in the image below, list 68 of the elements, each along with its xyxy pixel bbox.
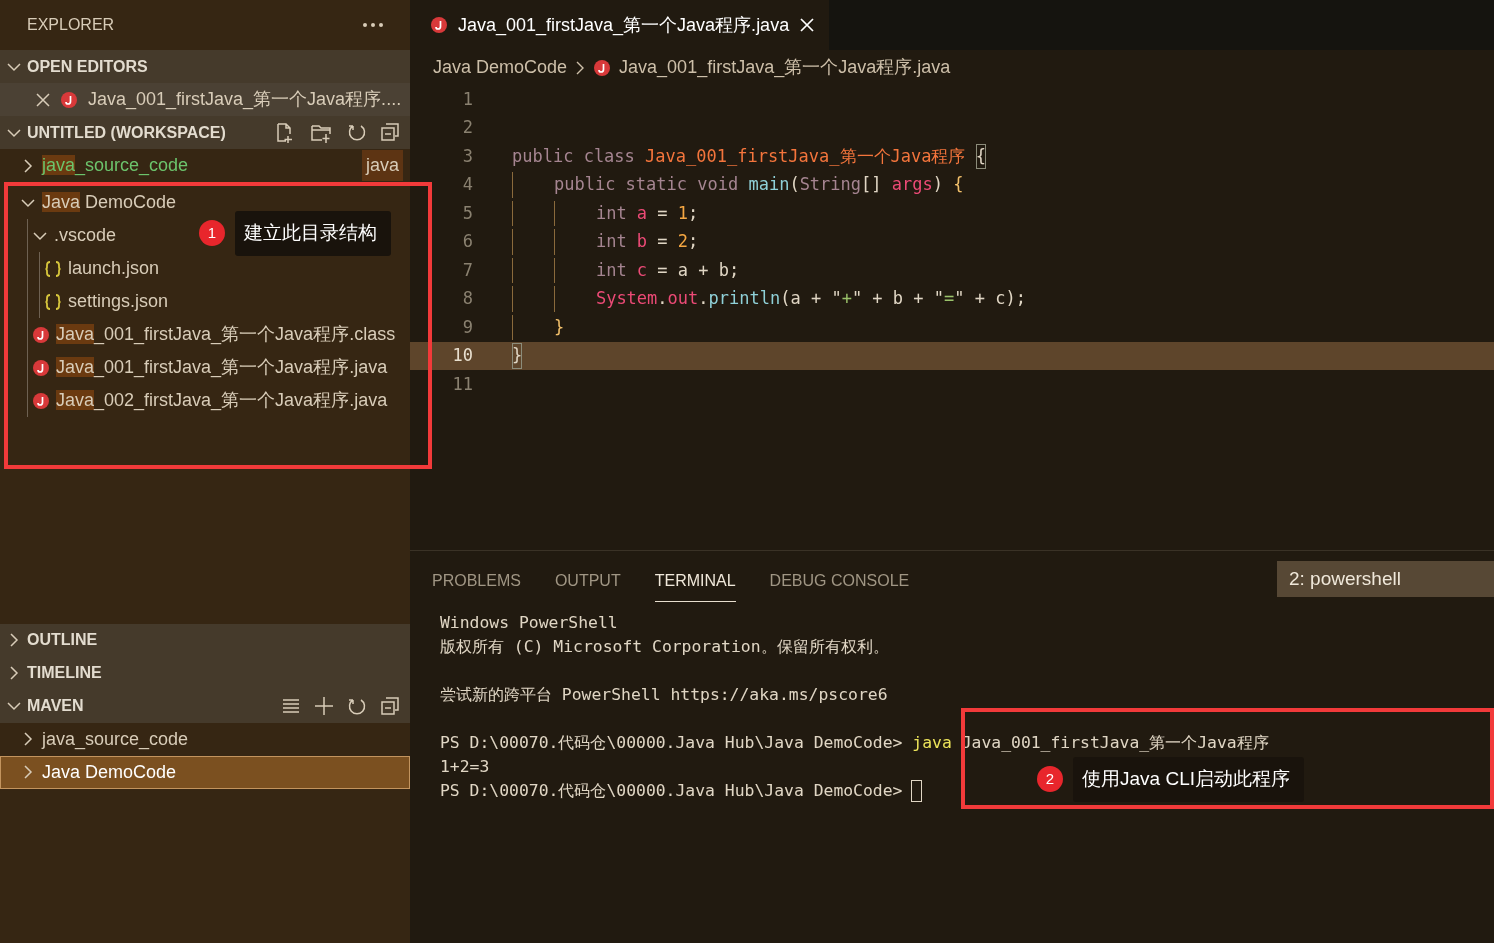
callout-tooltip: 使用Java CLI启动此程序 <box>1073 757 1304 802</box>
code-line: int c = a + b; <box>512 257 740 283</box>
tree-item[interactable]: Java_001_firstJava_第一个Java程序.class <box>8 318 428 351</box>
line-number: 8 <box>461 287 473 310</box>
line-number: 6 <box>461 230 473 253</box>
terminal-line: 1+2=3 <box>440 755 490 778</box>
line-number: 11 <box>451 372 473 396</box>
tree-item[interactable]: Java_001_firstJava_第一个Java程序.java <box>8 351 428 384</box>
line-number: 2 <box>461 116 473 139</box>
braces-icon <box>44 292 62 311</box>
code-line: System.out.println(a + "+" + b + "=" + c); <box>512 286 1026 312</box>
refresh-icon[interactable] <box>347 696 367 716</box>
panel-tab[interactable]: PROBLEMS <box>432 560 521 602</box>
tree-item[interactable]: java_source_code <box>0 722 410 756</box>
panel-tab[interactable]: DEBUG CONSOLE <box>769 560 910 602</box>
close-icon[interactable] <box>799 17 816 33</box>
line-number: 5 <box>461 201 473 225</box>
java-file-icon <box>32 325 50 344</box>
code-line: } <box>512 314 565 340</box>
section-header[interactable]: OUTLINE <box>0 623 410 657</box>
add-icon[interactable] <box>314 696 334 716</box>
terminal-picker[interactable]: 2: powershell <box>1277 561 1494 597</box>
terminal-line: PS D:\00070.代码仓\00000.Java Hub\Java DemoCode> <box>440 779 903 802</box>
java-file-icon <box>32 391 50 410</box>
close-icon[interactable] <box>36 92 50 107</box>
java-file-icon <box>593 58 612 77</box>
explorer-title: EXPLORER <box>27 15 115 35</box>
editor-tab[interactable]: Java_001_firstJava_第一个Java程序.java <box>410 0 830 50</box>
collapse-all-icon[interactable] <box>380 121 400 142</box>
line-number: 1 <box>461 87 473 111</box>
decoration-badge: java <box>361 150 403 181</box>
terminal-line: 版权所有 (C) Microsoft Corporation。保留所有权利。 <box>440 635 889 658</box>
section-header[interactable]: OPEN EDITORS <box>0 50 410 83</box>
tree-item[interactable]: Java_002_firstJava_第一个Java程序.java <box>8 384 428 417</box>
java-file-icon <box>32 358 50 377</box>
java-file-icon <box>430 16 448 34</box>
more-icon[interactable] <box>362 22 384 28</box>
open-editor-item[interactable]: Java_001_firstJava_第一个Java程序.... <box>0 83 410 116</box>
panel-tab[interactable]: OUTPUT <box>554 560 621 602</box>
callout-tooltip: 建立此目录结构 <box>235 211 391 256</box>
code-line: int b = 2; <box>512 229 699 255</box>
step-number: 2 <box>1037 766 1063 793</box>
tree-item[interactable]: java_source_code java <box>0 149 410 182</box>
code-line: int a = 1; <box>512 200 699 226</box>
line-number: 7 <box>461 258 473 282</box>
braces-icon <box>44 259 62 278</box>
java-file-icon <box>60 90 78 109</box>
terminal-line: 尝试新的跨平台 PowerShell https://aka.ms/pscore6 <box>440 683 888 706</box>
breadcrumb-item[interactable]: Java DemoCode <box>433 54 568 81</box>
tree-item[interactable]: settings.json <box>8 285 428 318</box>
code-line: public static void main(String[] args) { <box>512 172 964 198</box>
section-header[interactable]: UNTITLED (WORKSPACE) <box>0 116 410 149</box>
section-header[interactable]: TIMELINE <box>0 656 410 690</box>
collapse-all-icon[interactable] <box>380 696 400 716</box>
code-line: public class Java_001_firstJava_第一个Java程序 { <box>512 143 986 169</box>
tree-item[interactable]: Java DemoCode <box>0 755 410 789</box>
line-number: 3 <box>461 144 473 168</box>
terminal-line: Windows PowerShell <box>440 611 618 634</box>
chevron-right-icon <box>575 59 586 76</box>
line-number: 10 <box>451 344 473 367</box>
panel-tab[interactable]: TERMINAL <box>654 560 736 602</box>
code-line: } <box>512 343 523 369</box>
terminal-line: PS D:\00070.代码仓\00000.Java Hub\Java DemoCode> java Java_001_firstJava_第一个Java程序 <box>440 731 1269 754</box>
breadcrumb-item[interactable]: Java_001_firstJava_第一个Java程序.java <box>619 54 951 81</box>
line-number: 9 <box>461 315 473 339</box>
section-header[interactable]: MAVEN <box>0 689 410 723</box>
line-number: 4 <box>461 173 473 196</box>
list-icon[interactable] <box>281 696 301 716</box>
